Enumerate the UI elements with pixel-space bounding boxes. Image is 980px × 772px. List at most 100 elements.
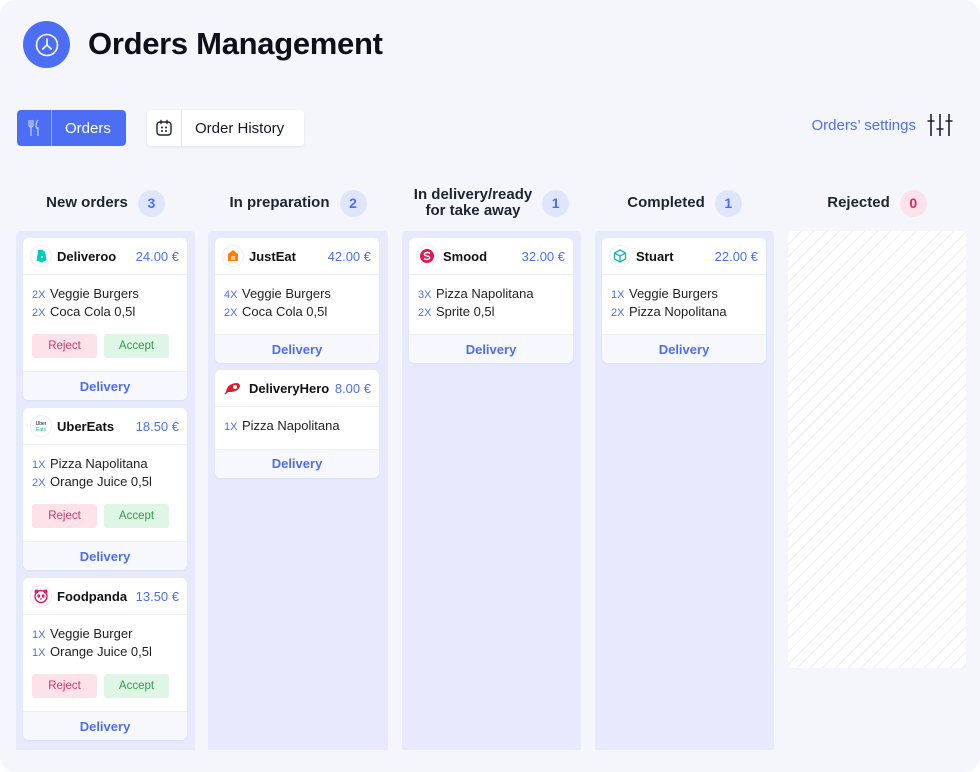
- list-item: 2X Coca Cola 0,5l: [32, 303, 178, 321]
- count-badge: 1: [714, 189, 742, 217]
- item-qty: 2X: [418, 306, 432, 319]
- order-card-deliveryhero[interactable]: DeliveryHero 8.00 € 1X Pizza Napolitana D…: [215, 370, 379, 478]
- list-item: 1X Veggie Burgers: [611, 285, 757, 303]
- column-header-new-orders: New orders 3: [16, 184, 195, 222]
- delivery-button[interactable]: Delivery: [215, 334, 379, 363]
- smood-logo-icon: [416, 245, 438, 267]
- order-card-justeat[interactable]: JustEat 42.00 € 4X Veggie Burgers 2X Coca …: [215, 238, 379, 363]
- item-name: Veggie Burger: [50, 626, 133, 641]
- order-items: 3X Pizza Napolitana 2X Sprite 0,5l: [409, 275, 573, 334]
- list-item: 2X Sprite 0,5l: [418, 303, 564, 321]
- card-header: Foodpanda 13.50 €: [23, 578, 187, 615]
- accept-button[interactable]: Accept: [104, 334, 169, 358]
- column-new-orders: Deliveroo 24.00 € 2X Veggie Burgers 2X Coc…: [16, 231, 195, 750]
- column-title: Completed: [627, 194, 705, 211]
- brand-name: Stuart: [636, 248, 674, 264]
- delivery-button[interactable]: Delivery: [409, 334, 573, 363]
- clock-icon: [23, 21, 70, 68]
- order-items: 4X Veggie Burgers 2X Coca Cola 0,5l: [215, 275, 379, 334]
- count-badge: 0: [899, 189, 927, 217]
- list-item: 1X Pizza Napolitana: [32, 455, 178, 473]
- deliveroo-logo-icon: [30, 245, 52, 267]
- reject-button[interactable]: Reject: [32, 334, 97, 358]
- ubereats-logo-icon: Uber Eats: [30, 415, 52, 437]
- item-qty: 1X: [32, 459, 46, 471]
- brand-name: Deliveroo: [57, 248, 117, 264]
- count-badge: 1: [542, 189, 570, 217]
- accept-button[interactable]: Accept: [104, 674, 169, 698]
- item-qty: 2X: [32, 476, 46, 489]
- orders-settings-button[interactable]: Orders’ settings: [812, 112, 954, 138]
- card-header: Stuart 22.00 €: [602, 238, 766, 275]
- order-items: 1X Pizza Napolitana: [215, 407, 379, 449]
- order-card-foodpanda[interactable]: Foodpanda 13.50 € 1X Veggie Burger 1X Oran…: [23, 578, 187, 740]
- brand-name: Smood: [443, 248, 488, 264]
- card-actions: Reject Accept: [23, 494, 187, 541]
- order-items: 1X Veggie Burgers 2X Pizza Nopolitana: [602, 275, 766, 334]
- column-title: New orders: [46, 194, 128, 211]
- item-qty: 3X: [418, 289, 432, 301]
- item-name: Sprite 0,5l: [436, 303, 495, 319]
- order-price: 13.50 €: [135, 588, 179, 604]
- delivery-button[interactable]: Delivery: [215, 448, 379, 478]
- card-actions: Reject Accept: [23, 664, 187, 711]
- reject-button[interactable]: Reject: [32, 674, 97, 698]
- list-item: 4X Veggie Burgers: [224, 285, 370, 303]
- item-name: Veggie Burgers: [50, 286, 139, 301]
- card-header: Smood 32.00 €: [409, 238, 573, 275]
- delivery-button[interactable]: Delivery: [23, 371, 187, 400]
- stuart-logo-icon: [609, 245, 631, 267]
- column-title-line-2: for take away: [425, 202, 521, 219]
- column-header-completed: Completed 1: [595, 184, 774, 222]
- card-header: Deliveroo 24.00 €: [23, 238, 187, 275]
- accept-button[interactable]: Accept: [104, 504, 169, 528]
- order-items: 2X Veggie Burgers 2X Coca Cola 0,5l: [23, 275, 187, 324]
- order-card-smood[interactable]: Smood 32.00 € 3X Pizza Napolitana 2X Sprit…: [409, 238, 573, 363]
- column-rejected-empty: [788, 231, 966, 668]
- list-item: 2X Veggie Burgers: [32, 285, 178, 303]
- card-header: JustEat 42.00 €: [215, 238, 379, 275]
- order-card-stuart[interactable]: Stuart 22.00 € 1X Veggie Burgers 2X Pizza …: [602, 238, 766, 363]
- item-qty: 2X: [32, 289, 46, 301]
- item-qty: 2X: [611, 306, 625, 319]
- list-item: 3X Pizza Napolitana: [418, 285, 564, 303]
- card-actions: Reject Accept: [23, 324, 187, 371]
- column-in-delivery: Smood 32.00 € 3X Pizza Napolitana 2X Sprit…: [402, 231, 581, 750]
- count-badge: 3: [137, 189, 165, 217]
- column-completed: Stuart 22.00 € 1X Veggie Burgers 2X Pizza …: [595, 231, 774, 750]
- item-name: Pizza Napolitana: [436, 286, 534, 301]
- tab-orders[interactable]: Orders: [17, 110, 126, 146]
- card-header: Uber Eats UberEats 18.50 €: [23, 408, 187, 445]
- item-name: Pizza Nopolitana: [629, 303, 727, 319]
- item-name: Pizza Napolitana: [50, 456, 148, 471]
- orders-app: Orders Management Orders Order History O…: [0, 0, 980, 772]
- tab-order-history[interactable]: Order History: [147, 110, 304, 146]
- item-name: Orange Juice 0,5l: [50, 473, 152, 489]
- order-price: 22.00 €: [714, 248, 758, 264]
- list-item: 2X Pizza Nopolitana: [611, 303, 757, 321]
- tab-order-history-label: Order History: [195, 119, 285, 137]
- list-item: 1X Orange Juice 0,5l: [32, 643, 178, 661]
- order-card-ubereats[interactable]: Uber Eats UberEats 18.50 € 1X Pizza Napoli…: [23, 408, 187, 570]
- column-in-preparation: JustEat 42.00 € 4X Veggie Burgers 2X Coca …: [208, 231, 388, 750]
- delivery-button[interactable]: Delivery: [23, 711, 187, 740]
- item-qty: 1X: [32, 629, 46, 641]
- list-item: 1X Pizza Napolitana: [224, 417, 370, 435]
- brand-name: UberEats: [57, 418, 115, 434]
- item-name: Veggie Burgers: [629, 286, 718, 301]
- item-qty: 2X: [32, 306, 46, 319]
- order-price: 24.00 €: [135, 248, 179, 264]
- column-header-in-delivery: In delivery/ready for take away 1: [402, 184, 581, 222]
- item-name: Pizza Napolitana: [242, 418, 340, 433]
- order-items: 1X Veggie Burger 1X Orange Juice 0,5l: [23, 615, 187, 664]
- delivery-button[interactable]: Delivery: [602, 334, 766, 363]
- delivery-button[interactable]: Delivery: [23, 541, 187, 570]
- svg-text:Eats: Eats: [36, 427, 47, 433]
- list-item: 1X Veggie Burger: [32, 625, 178, 643]
- column-header-in-preparation: In preparation 2: [208, 184, 388, 222]
- item-name: Coca Cola 0,5l: [242, 303, 328, 319]
- item-name: Coca Cola 0,5l: [50, 303, 136, 319]
- reject-button[interactable]: Reject: [32, 504, 97, 528]
- fork-knife-icon: [17, 110, 52, 146]
- order-card-deliveroo[interactable]: Deliveroo 24.00 € 2X Veggie Burgers 2X Coc…: [23, 238, 187, 400]
